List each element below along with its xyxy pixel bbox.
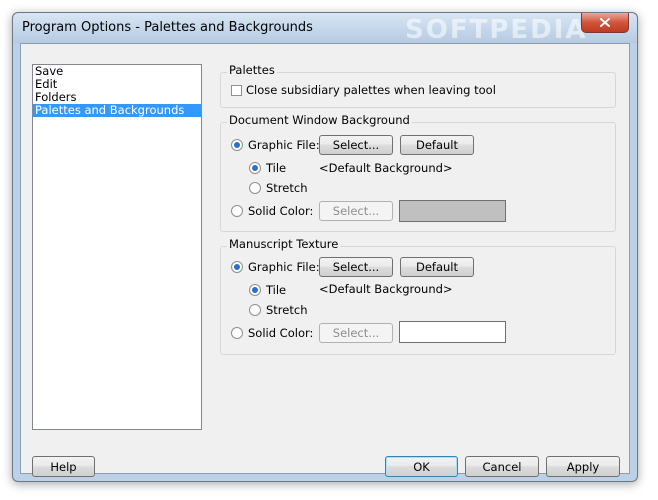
- palettes-group-label: Palettes: [227, 63, 277, 77]
- ms-solid-color-label[interactable]: Solid Color:: [248, 326, 313, 340]
- ms-file-value: <Default Background>: [319, 282, 453, 296]
- close-subsidiary-checkbox[interactable]: [231, 84, 242, 96]
- ms-solid-color-radio[interactable]: [231, 327, 243, 339]
- ms-stretch-radio[interactable]: [249, 304, 261, 316]
- ms-graphic-file-radio[interactable]: [231, 261, 243, 273]
- palettes-group: Palettes Close subsidiary palettes when …: [220, 63, 616, 108]
- ms-graphic-file-label[interactable]: Graphic File:: [248, 260, 320, 274]
- manuscript-texture-group-label: Manuscript Texture: [227, 237, 341, 251]
- ms-tile-radio[interactable]: [249, 284, 261, 296]
- ms-solid-select-button[interactable]: Select...: [319, 323, 393, 343]
- document-background-group: Document Window Background Graphic File:…: [220, 113, 616, 232]
- doc-tile-label[interactable]: Tile: [266, 161, 286, 175]
- ms-tile-row: Tile: [249, 283, 286, 297]
- doc-stretch-row: Stretch: [249, 181, 307, 195]
- doc-graphic-file-radio[interactable]: [231, 139, 243, 151]
- help-button[interactable]: Help: [32, 456, 95, 477]
- doc-solid-select-button[interactable]: Select...: [319, 201, 393, 221]
- doc-solid-color-label[interactable]: Solid Color:: [248, 204, 313, 218]
- ms-stretch-label[interactable]: Stretch: [266, 303, 307, 317]
- category-list[interactable]: Save Edit Folders Palettes and Backgroun…: [32, 64, 202, 430]
- apply-button[interactable]: Apply: [546, 456, 620, 477]
- ms-stretch-row: Stretch: [249, 303, 307, 317]
- doc-file-value: <Default Background>: [319, 161, 453, 175]
- doc-tile-radio[interactable]: [249, 162, 261, 174]
- window-title: Program Options - Palettes and Backgroun…: [22, 20, 313, 35]
- doc-stretch-label[interactable]: Stretch: [266, 181, 307, 195]
- ms-graphic-file-row: Graphic File:: [231, 260, 320, 274]
- doc-color-swatch[interactable]: [399, 200, 506, 222]
- close-icon: [600, 18, 610, 27]
- doc-default-button[interactable]: Default: [400, 135, 474, 155]
- close-button[interactable]: [581, 13, 629, 33]
- ms-solid-color-row: Solid Color:: [231, 326, 313, 340]
- manuscript-texture-group: Manuscript Texture Graphic File: Select.…: [220, 237, 616, 355]
- options-dialog: Program Options - Palettes and Backgroun…: [12, 12, 638, 482]
- ok-button[interactable]: OK: [385, 456, 458, 477]
- doc-tile-row: Tile: [249, 161, 286, 175]
- ms-color-swatch[interactable]: [399, 321, 506, 343]
- doc-stretch-radio[interactable]: [249, 182, 261, 194]
- ms-select-button[interactable]: Select...: [319, 257, 393, 277]
- cancel-button[interactable]: Cancel: [465, 456, 539, 477]
- list-item-palettes-and-backgrounds[interactable]: Palettes and Backgrounds: [33, 104, 201, 117]
- ms-default-button[interactable]: Default: [400, 257, 474, 277]
- list-item-save[interactable]: Save: [33, 65, 201, 78]
- doc-solid-color-row: Solid Color:: [231, 204, 313, 218]
- title-bar[interactable]: Program Options - Palettes and Backgroun…: [13, 13, 637, 45]
- ms-tile-label[interactable]: Tile: [266, 283, 286, 297]
- close-subsidiary-row: Close subsidiary palettes when leaving t…: [231, 83, 496, 97]
- dialog-client-area: Save Edit Folders Palettes and Backgroun…: [20, 43, 630, 477]
- doc-solid-color-radio[interactable]: [231, 205, 243, 217]
- close-subsidiary-label[interactable]: Close subsidiary palettes when leaving t…: [246, 83, 496, 97]
- doc-graphic-file-label[interactable]: Graphic File:: [248, 138, 320, 152]
- doc-select-button[interactable]: Select...: [319, 135, 393, 155]
- document-background-group-label: Document Window Background: [227, 113, 412, 127]
- doc-graphic-file-row: Graphic File:: [231, 138, 320, 152]
- watermark: SOFTPEDIA: [405, 15, 588, 45]
